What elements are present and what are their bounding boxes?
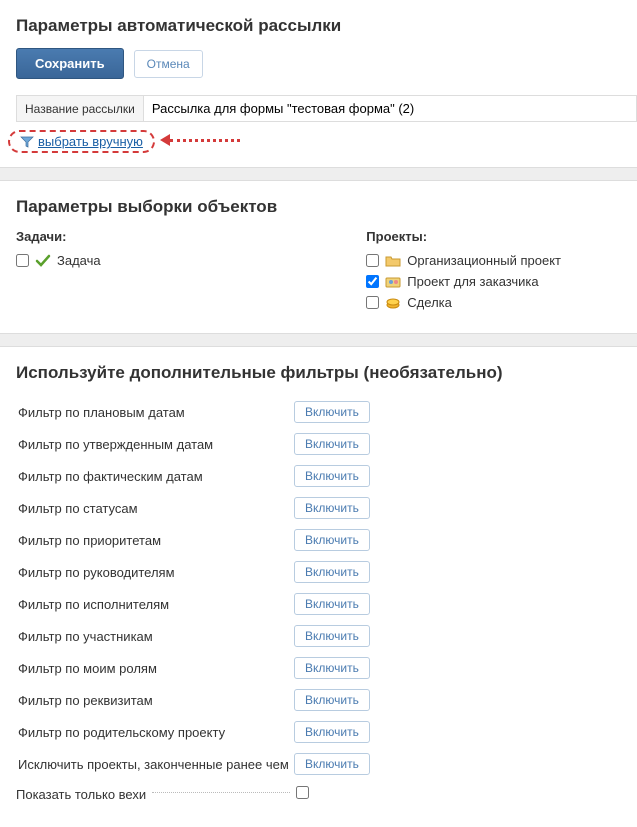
- filter-enable-button[interactable]: Включить: [294, 465, 370, 487]
- project-row-0: Организационный проект: [366, 250, 561, 271]
- filter-enable-button[interactable]: Включить: [294, 401, 370, 423]
- project-row-2: Сделка: [366, 292, 561, 313]
- filter-enable-button[interactable]: Включить: [294, 657, 370, 679]
- filter-label: Фильтр по исполнителям: [18, 597, 169, 612]
- filter-row: Фильтр по руководителям Включить: [18, 557, 374, 587]
- filter-label: Фильтр по реквизитам: [18, 693, 153, 708]
- check-green-icon: [35, 254, 51, 268]
- section-divider: [0, 167, 637, 181]
- filter-row: Фильтр по моим ролям Включить: [18, 653, 374, 683]
- filter-label: Фильтр по моим ролям: [18, 661, 157, 676]
- filter-enable-button[interactable]: Включить: [294, 721, 370, 743]
- filter-row: Фильтр по утвержденным датам Включить: [18, 429, 374, 459]
- filter-enable-button[interactable]: Включить: [294, 593, 370, 615]
- save-button[interactable]: Сохранить: [16, 48, 124, 79]
- folder-yellow-icon: [385, 254, 401, 268]
- filter-label: Фильтр по приоритетам: [18, 533, 161, 548]
- milestones-checkbox[interactable]: [296, 786, 309, 799]
- manual-select-label: выбрать вручную: [38, 134, 143, 149]
- milestones-row: Показать только вехи: [16, 781, 376, 807]
- filter-label: Фильтр по участникам: [18, 629, 153, 644]
- filter-enable-button[interactable]: Включить: [294, 433, 370, 455]
- people-icon: [385, 275, 401, 289]
- project-checkbox-0[interactable]: [366, 254, 379, 267]
- filter-row: Исключить проекты, законченные ранее чем…: [18, 749, 374, 779]
- filter-row: Фильтр по статусам Включить: [18, 493, 374, 523]
- funnel-icon: [20, 136, 34, 148]
- toolbar: Сохранить Отмена: [0, 48, 637, 95]
- tasks-column: Задачи: Задача: [16, 229, 101, 313]
- filter-label: Фильтр по руководителям: [18, 565, 175, 580]
- mailing-name-input[interactable]: [144, 96, 636, 121]
- project-label-2: Сделка: [407, 295, 452, 310]
- filter-label: Фильтр по плановым датам: [18, 405, 185, 420]
- milestones-label: Показать только вехи: [16, 787, 146, 802]
- task-row: Задача: [16, 250, 101, 271]
- cancel-button[interactable]: Отмена: [134, 50, 203, 78]
- selection-title: Параметры выборки объектов: [0, 181, 637, 229]
- filters-title: Используйте дополнительные фильтры (необ…: [0, 347, 637, 395]
- filter-enable-button[interactable]: Включить: [294, 753, 370, 775]
- filters-list: Фильтр по плановым датамВключитьФильтр п…: [0, 395, 637, 827]
- coins-icon: [385, 296, 401, 310]
- filter-enable-button[interactable]: Включить: [294, 561, 370, 583]
- project-checkbox-2[interactable]: [366, 296, 379, 309]
- manual-select-row: выбрать вручную: [0, 122, 637, 167]
- section-divider-2: [0, 333, 637, 347]
- filter-enable-button[interactable]: Включить: [294, 497, 370, 519]
- filter-row: Фильтр по приоритетам Включить: [18, 525, 374, 555]
- project-row-1: Проект для заказчика: [366, 271, 561, 292]
- page-title: Параметры автоматической рассылки: [0, 0, 637, 48]
- project-checkbox-1[interactable]: [366, 275, 379, 288]
- filter-label: Фильтр по утвержденным датам: [18, 437, 213, 452]
- manual-select-link[interactable]: выбрать вручную: [8, 130, 155, 153]
- filter-label: Исключить проекты, законченные ранее чем: [18, 757, 289, 772]
- tasks-heading: Задачи:: [16, 229, 101, 244]
- filter-row: Фильтр по плановым датам Включить: [18, 397, 374, 427]
- project-label-1: Проект для заказчика: [407, 274, 538, 289]
- task-label: Задача: [57, 253, 101, 268]
- project-label-0: Организационный проект: [407, 253, 561, 268]
- filter-row: Фильтр по фактическим датам Включить: [18, 461, 374, 491]
- filter-row: Фильтр по участникам Включить: [18, 621, 374, 651]
- name-field-label: Название рассылки: [17, 96, 144, 122]
- filter-label: Фильтр по фактическим датам: [18, 469, 203, 484]
- projects-column: Проекты: Организационный проект Проект д…: [366, 229, 621, 313]
- filter-enable-button[interactable]: Включить: [294, 689, 370, 711]
- filter-label: Фильтр по родительскому проекту: [18, 725, 225, 740]
- filter-label: Фильтр по статусам: [18, 501, 138, 516]
- name-field-row: Название рассылки: [16, 95, 637, 122]
- selection-columns: Задачи: Задача Проекты: Организационный …: [0, 229, 637, 333]
- task-checkbox[interactable]: [16, 254, 29, 267]
- filter-row: Фильтр по родительскому проекту Включить: [18, 717, 374, 747]
- filter-row: Фильтр по реквизитам Включить: [18, 685, 374, 715]
- filter-row: Фильтр по исполнителям Включить: [18, 589, 374, 619]
- projects-heading: Проекты:: [366, 229, 561, 244]
- filter-enable-button[interactable]: Включить: [294, 529, 370, 551]
- filter-enable-button[interactable]: Включить: [294, 625, 370, 647]
- annotation-arrow: [160, 134, 240, 146]
